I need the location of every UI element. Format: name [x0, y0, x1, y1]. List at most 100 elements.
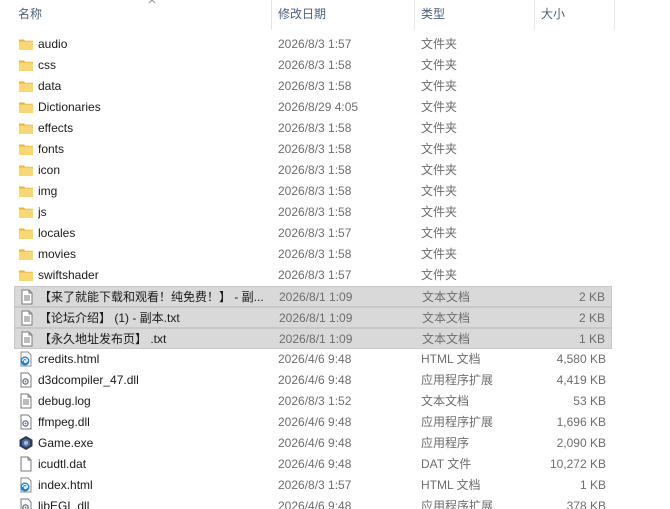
file-row[interactable]: debug.log 2026/8/3 1:52 文本文档 53 KB [14, 391, 612, 412]
file-type: HTML 文档 [421, 352, 481, 366]
folder-row[interactable]: effects 2026/8/3 1:58 文件夹 [14, 118, 612, 139]
file-modified-date: 2026/8/3 1:58 [278, 184, 352, 198]
file-name: libEGL.dll [38, 499, 90, 509]
folder-row[interactable]: swiftshader 2026/8/3 1:57 文件夹 [14, 265, 612, 286]
file-modified-date: 2026/8/3 1:57 [278, 478, 352, 492]
file-name: index.html [38, 478, 93, 492]
file-row[interactable]: d3dcompiler_47.dll 2026/4/6 9:48 应用程序扩展 4,4… [14, 370, 612, 391]
file-name: locales [38, 226, 76, 240]
file-modified-date: 2026/8/1 1:09 [279, 290, 353, 304]
file-name: credits.html [38, 352, 100, 366]
dll-file-icon [18, 498, 34, 509]
column-header-size[interactable]: 大小 [535, 0, 615, 30]
folder-icon [18, 78, 34, 94]
folder-icon [18, 36, 34, 52]
column-header-type-label: 类型 [421, 7, 446, 21]
file-name: Game.exe [38, 436, 94, 450]
file-modified-date: 2026/8/1 1:09 [279, 332, 353, 346]
folder-icon [18, 204, 34, 220]
folder-row[interactable]: locales 2026/8/3 1:57 文件夹 [14, 223, 612, 244]
folder-icon [18, 57, 34, 73]
file-type: 文件夹 [421, 100, 458, 114]
folder-icon [18, 183, 34, 199]
file-row[interactable]: index.html 2026/8/3 1:57 HTML 文档 1 KB [14, 475, 612, 496]
file-modified-date: 2026/4/6 9:48 [278, 373, 352, 387]
file-modified-date: 2026/8/3 1:52 [278, 394, 352, 408]
file-size: 2 KB [578, 290, 605, 304]
file-size: 2 KB [578, 311, 605, 325]
file-name: effects [38, 121, 74, 135]
column-header-date[interactable]: 修改日期 [272, 0, 415, 30]
file-type: 文件夹 [421, 142, 458, 156]
column-header-bar: 名称 修改日期 类型 大小 [0, 0, 670, 32]
file-type: 文件夹 [421, 121, 458, 135]
file-row[interactable]: ffmpeg.dll 2026/4/6 9:48 应用程序扩展 1,696 KB [14, 412, 612, 433]
file-name: 【论坛介绍】 (1) - 副本.txt [39, 311, 180, 325]
blank-file-icon [18, 456, 34, 472]
file-name: img [38, 184, 58, 198]
edge-html-icon [18, 351, 34, 367]
folder-icon [18, 225, 34, 241]
column-header-type[interactable]: 类型 [415, 0, 535, 30]
file-row[interactable]: credits.html 2026/4/6 9:48 HTML 文档 4,580 KB [14, 349, 612, 370]
file-type: 文件夹 [421, 268, 458, 282]
folder-row[interactable]: css 2026/8/3 1:58 文件夹 [14, 55, 612, 76]
file-size: 1 KB [579, 478, 606, 492]
file-type: 文件夹 [421, 247, 458, 261]
column-separator[interactable] [614, 0, 615, 30]
file-row[interactable]: 【论坛介绍】 (1) - 副本.txt 2026/8/1 1:09 文本文档 2 KB [14, 307, 612, 328]
game-exe-icon [18, 435, 34, 451]
folder-row[interactable]: js 2026/8/3 1:58 文件夹 [14, 202, 612, 223]
file-name: data [38, 79, 62, 93]
file-row[interactable]: 【永久地址发布页】 .txt 2026/8/1 1:09 文本文档 1 KB [14, 328, 612, 349]
text-file-icon [18, 393, 34, 409]
file-modified-date: 2026/8/3 1:58 [278, 58, 352, 72]
file-row[interactable]: icudtl.dat 2026/4/6 9:48 DAT 文件 10,272 KB [14, 454, 612, 475]
file-modified-date: 2026/4/6 9:48 [278, 415, 352, 429]
file-size: 4,580 KB [556, 352, 606, 366]
column-header-date-label: 修改日期 [278, 7, 327, 21]
file-type: 文件夹 [421, 163, 458, 177]
folder-icon [18, 246, 34, 262]
folder-icon [18, 120, 34, 136]
file-modified-date: 2026/8/3 1:58 [278, 142, 352, 156]
file-size: 10,272 KB [549, 457, 606, 471]
dll-file-icon [18, 372, 34, 388]
file-modified-date: 2026/8/3 1:58 [278, 247, 352, 261]
file-modified-date: 2026/4/6 9:48 [278, 352, 352, 366]
file-name: swiftshader [38, 268, 99, 282]
file-name: icudtl.dat [38, 457, 87, 471]
folder-icon [18, 162, 34, 178]
file-modified-date: 2026/4/6 9:48 [278, 457, 352, 471]
file-row[interactable]: 【来了就能下载和观看！纯免费！】 - 副... 2026/8/1 1:09 文本文档… [14, 286, 612, 307]
folder-row[interactable]: fonts 2026/8/3 1:58 文件夹 [14, 139, 612, 160]
file-name: debug.log [38, 394, 91, 408]
folder-row[interactable]: data 2026/8/3 1:58 文件夹 [14, 76, 612, 97]
file-modified-date: 2026/8/3 1:57 [278, 37, 352, 51]
file-name: ffmpeg.dll [38, 415, 90, 429]
folder-row[interactable]: Dictionaries 2026/8/29 4:05 文件夹 [14, 97, 612, 118]
file-row[interactable]: libEGL.dll 2026/4/6 9:48 应用程序扩展 378 KB [14, 496, 612, 509]
file-modified-date: 2026/8/3 1:58 [278, 163, 352, 177]
file-modified-date: 2026/8/3 1:58 [278, 121, 352, 135]
column-header-name[interactable]: 名称 [12, 0, 272, 30]
file-type: 文件夹 [421, 184, 458, 198]
dll-file-icon [18, 414, 34, 430]
file-name: 【来了就能下载和观看！纯免费！】 - 副... [39, 290, 264, 304]
file-type: DAT 文件 [421, 457, 472, 471]
folder-icon [18, 267, 34, 283]
column-header-name-label: 名称 [18, 7, 43, 21]
file-type: 文件夹 [421, 79, 458, 93]
folder-row[interactable]: movies 2026/8/3 1:58 文件夹 [14, 244, 612, 265]
folder-row[interactable]: audio 2026/8/3 1:57 文件夹 [14, 34, 612, 55]
file-name: fonts [38, 142, 65, 156]
file-size: 378 KB [566, 499, 606, 509]
folder-row[interactable]: icon 2026/8/3 1:58 文件夹 [14, 160, 612, 181]
folder-row[interactable]: img 2026/8/3 1:58 文件夹 [14, 181, 612, 202]
edge-html-icon [18, 477, 34, 493]
file-size: 53 KB [573, 394, 606, 408]
file-row[interactable]: Game.exe 2026/4/6 9:48 应用程序 2,090 KB [14, 433, 612, 454]
file-name: movies [38, 247, 77, 261]
file-type: HTML 文档 [421, 478, 481, 492]
file-modified-date: 2026/8/29 4:05 [278, 100, 359, 114]
